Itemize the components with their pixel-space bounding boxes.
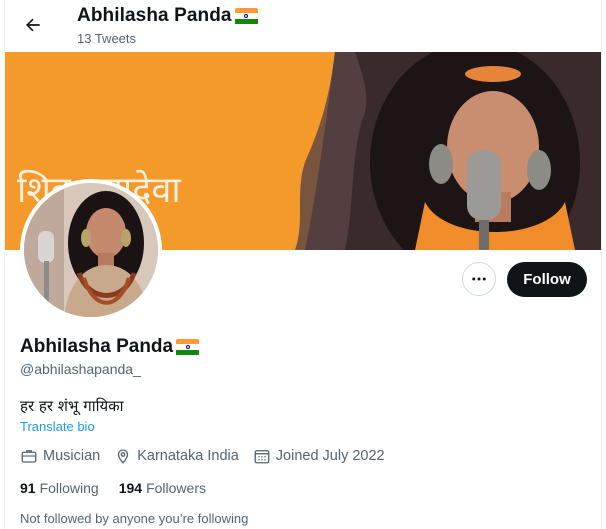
more-options-button[interactable] [462,262,496,296]
followers-count: 194 [118,480,143,496]
back-button[interactable] [16,8,50,42]
category-text: Musician [43,448,101,464]
profile-header: Abhilasha Panda 13 Tweets [5,0,601,52]
tweet-count: 13 Tweets [77,31,137,46]
more-dots-icon [472,277,486,281]
joined-text: Joined July 2022 [275,448,385,464]
follow-counts: 91 Following 194 Followers [20,480,226,496]
profile-name: Abhilasha Panda [20,336,200,358]
profile-name-text: Abhilasha Panda [20,336,174,357]
meta-location: Karnataka India [114,447,239,465]
avatar [24,183,158,317]
meta-joined: Joined July 2022 [253,447,385,465]
profile-bio: हर हर शंभू गायिका [20,397,124,415]
india-flag-icon [176,338,200,356]
calendar-icon [254,450,270,464]
not-followed-notice: Not followed by anyone you’re following [20,511,249,526]
avatar-frame[interactable] [20,179,162,321]
header-title: Abhilasha Panda [77,5,258,27]
arrow-left-icon [26,18,40,32]
avatar-image [24,183,158,317]
location-text: Karnataka India [137,448,239,464]
profile-meta: Musician Karnataka India Joined July 202… [20,447,399,465]
translate-bio-link[interactable]: Translate bio [20,419,95,434]
followers-label: Followers [146,480,206,496]
following-count: 91 [20,480,36,496]
header-name: Abhilasha Panda [77,5,232,26]
followers-link[interactable]: 194 Followers [119,480,206,496]
follow-button[interactable]: Follow [507,262,587,297]
briefcase-icon [21,450,37,463]
profile-page: Abhilasha Panda 13 Tweets शिव महादेवा Fo… [4,0,602,529]
profile-handle: @abhilashapanda_ [20,361,141,377]
india-flag-icon [234,7,258,25]
following-link[interactable]: 91 Following [20,480,99,496]
following-label: Following [39,480,99,496]
meta-category: Musician [20,447,100,465]
location-pin-icon [118,449,129,464]
